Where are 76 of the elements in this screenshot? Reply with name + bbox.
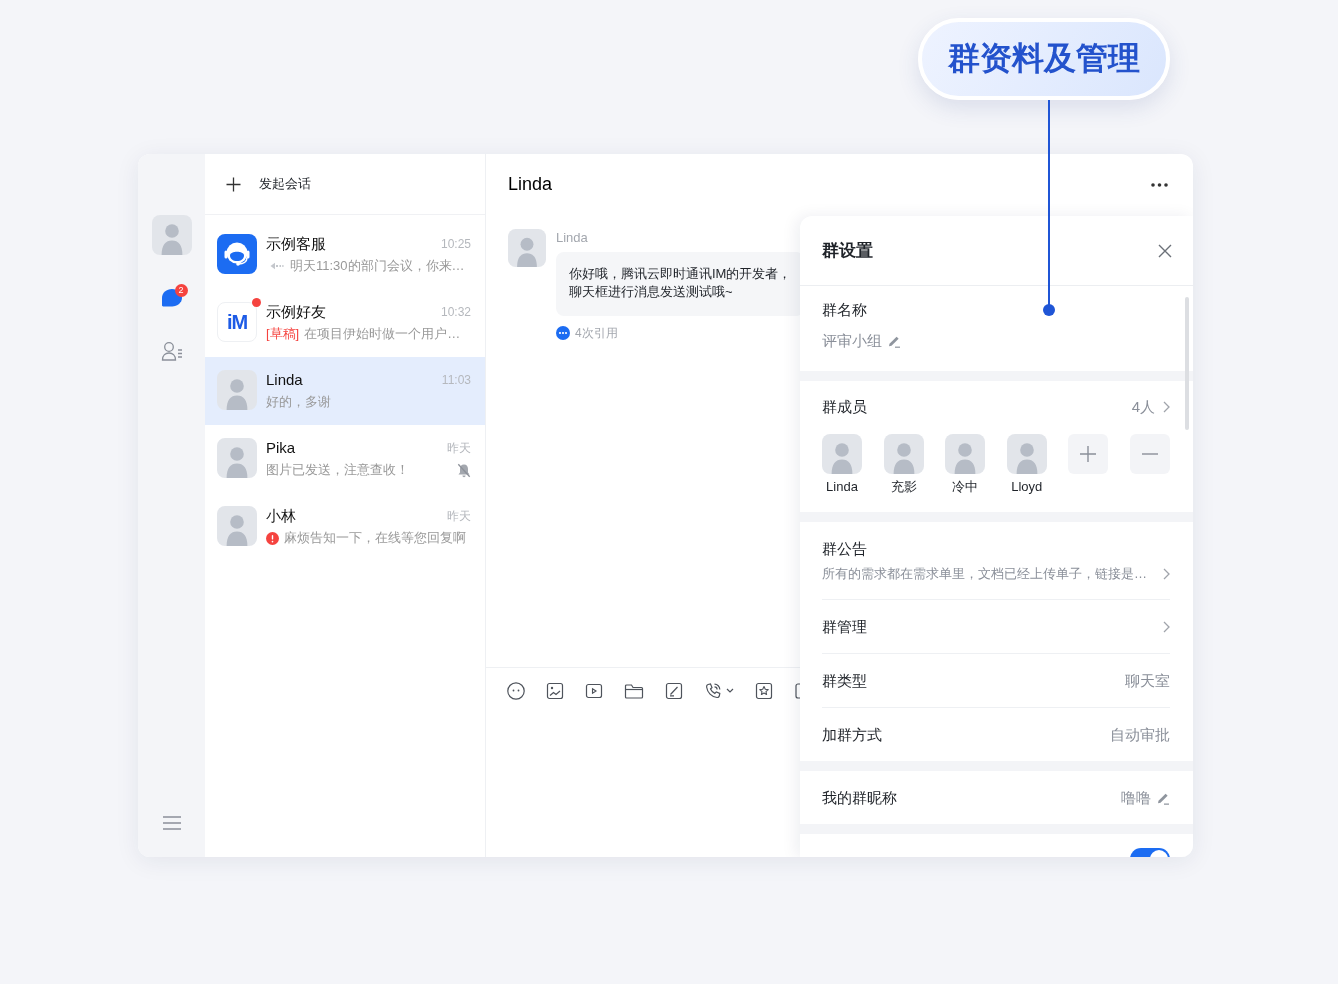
message-time: 10:25 [440, 236, 471, 252]
avatar[interactable] [1006, 434, 1047, 474]
toggle-switch[interactable] [1130, 848, 1170, 857]
setting-label: 群类型 [822, 670, 867, 691]
avatar[interactable] [822, 434, 862, 474]
image-icon[interactable] [546, 681, 564, 700]
contact-name: 示例客服 [266, 234, 326, 254]
chat-title: Linda [508, 174, 553, 195]
member-name: Lloyd [1011, 478, 1043, 496]
setting-label: 群成员 [822, 397, 867, 417]
panel-title: 群设置 [822, 240, 873, 262]
more-icon[interactable] [1151, 182, 1168, 187]
member-count: 4人 [1131, 397, 1155, 417]
member-name: Linda [826, 478, 858, 496]
message-time: 10:32 [440, 304, 471, 320]
setting-label: 群名称 [822, 301, 867, 318]
contact-name: Linda [266, 370, 303, 390]
scrollbar[interactable] [1185, 297, 1189, 430]
reply-icon [270, 262, 284, 270]
chevron-right-icon[interactable] [1163, 401, 1170, 413]
message-time: 昨天 [447, 440, 471, 456]
group-name-value: 评审小组 [822, 331, 882, 351]
contact-name: 小林 [266, 506, 296, 526]
message-time: 昨天 [447, 508, 471, 524]
setting-label: 群公告 [822, 540, 867, 557]
app-logo: iM [217, 302, 257, 342]
video-icon[interactable] [585, 681, 603, 700]
setting-label: 我的群昵称 [822, 787, 897, 808]
ellipsis-icon[interactable] [556, 326, 570, 340]
conversation-item[interactable]: Pika 昨天 图片已发送，注意查收！ [205, 425, 485, 493]
setting-value: 噜噜 [1121, 787, 1151, 808]
pencil-icon[interactable] [887, 334, 901, 348]
close-icon[interactable] [1158, 243, 1172, 258]
draft-tag: [草稿] [266, 325, 300, 343]
emoji-icon[interactable] [507, 681, 525, 700]
avatar[interactable] [945, 434, 986, 474]
contact-name: Pika [266, 438, 296, 458]
add-member-button[interactable] [1068, 434, 1109, 474]
message-time: 11:03 [441, 372, 471, 388]
setting-value: 自动审批 [1110, 724, 1170, 745]
plus-icon [226, 176, 241, 192]
contact-name: 示例好友 [266, 302, 326, 322]
avatar [217, 438, 257, 478]
notice-text: 所有的需求都在需求单里，文档已经上传单子，链接是… [822, 565, 1147, 583]
headset-icon [217, 234, 257, 274]
avatar[interactable] [883, 434, 924, 474]
conversation-item[interactable]: 示例客服 10:25 明天11:30的部门会议，你来… [205, 221, 485, 289]
avatar [217, 506, 257, 546]
setting-label: 加群方式 [822, 724, 882, 745]
avatar[interactable] [151, 215, 192, 255]
message-preview: 好的，多谢 [266, 393, 331, 411]
message-preview: 图片已发送，注意查收！ [266, 461, 409, 479]
plus-icon [1080, 446, 1097, 462]
phone-icon[interactable] [704, 681, 722, 700]
chevron-right-icon[interactable] [1163, 620, 1170, 633]
member-name: 充影 [890, 478, 917, 496]
message-preview: 明天11:30的部门会议，你来… [290, 257, 465, 275]
contacts-icon[interactable] [160, 341, 183, 361]
edit-icon[interactable] [665, 681, 683, 700]
menu-icon[interactable] [162, 816, 181, 830]
error-icon [266, 531, 279, 545]
chevron-right-icon[interactable] [1163, 568, 1170, 580]
avatar [508, 229, 546, 267]
conversation-item[interactable]: Linda 11:03 好的，多谢 [205, 357, 485, 425]
sender-name: Linda [556, 229, 588, 247]
setting-value: 聊天室 [1125, 670, 1170, 691]
member-name: 冷中 [952, 478, 979, 496]
new-chat-button[interactable]: 发起会话 [226, 175, 311, 193]
avatar [217, 370, 257, 410]
message-bubble: 你好哦，腾讯云即时通讯IM的开发者，聊天框进行消息发送测试哦~ [556, 252, 800, 316]
minus-icon [1141, 453, 1158, 455]
folder-icon[interactable] [624, 681, 644, 700]
caret-icon[interactable] [726, 688, 734, 693]
feature-callout: 群资料及管理 [918, 18, 1170, 100]
setting-label: 群管理 [822, 616, 867, 637]
chat-icon[interactable] [160, 288, 183, 308]
